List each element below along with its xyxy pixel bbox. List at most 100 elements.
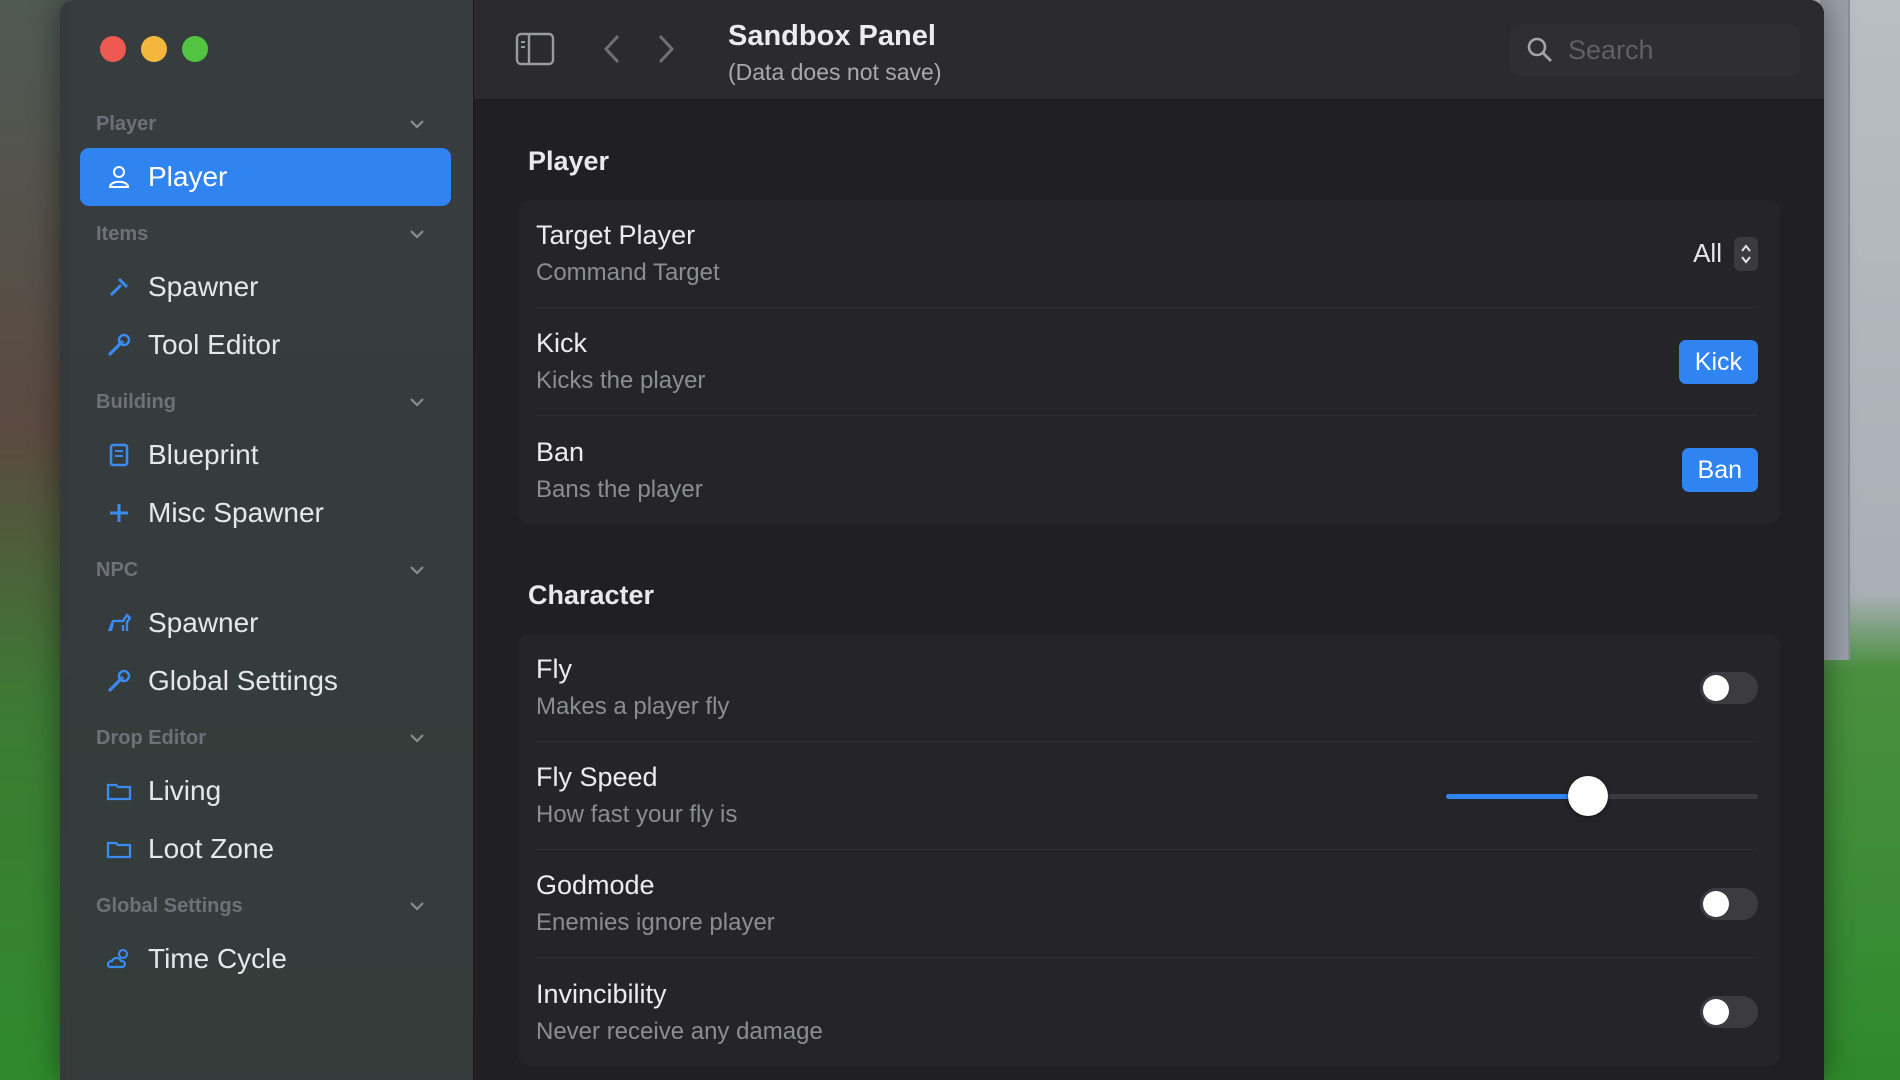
group-title-player: Player (528, 146, 610, 176)
target-player-value: All (1693, 238, 1722, 268)
setting-description: Makes a player fly (536, 693, 730, 720)
setting-label: Fly (536, 654, 572, 684)
group-title-character: Character (528, 580, 655, 610)
window-title: Sandbox Panel (728, 20, 936, 52)
stone-pillar (1820, 0, 1850, 660)
forward-arrow-icon[interactable] (644, 28, 686, 70)
toggle-knob (1703, 674, 1729, 701)
sidebar-item-time-cycle[interactable]: Time Cycle (80, 930, 451, 988)
folder-icon (104, 776, 134, 806)
sidebar-item-npc-spawner[interactable]: Spawner (80, 594, 451, 652)
sandbox-panel-window: Player Player Items Spawner Tool Editor … (60, 0, 1824, 1080)
sidebar-item-living[interactable]: Living (80, 762, 451, 820)
godmode-toggle[interactable] (1700, 887, 1758, 920)
settings-card-player: Target Player Command Target All Kick Ki… (518, 200, 1780, 524)
sidebar-item-items-spawner[interactable]: Spawner (80, 258, 451, 316)
sidebar-section-player[interactable]: Player (60, 100, 473, 148)
setting-text: Godmode Enemies ignore player (536, 870, 775, 937)
setting-description: Bans the player (536, 475, 703, 503)
sidebar-item-player[interactable]: Player (80, 148, 451, 206)
setting-text: Invincibility Never receive any damage (536, 979, 823, 1046)
sidebar-section-npc[interactable]: NPC (60, 546, 473, 594)
toggle-knob (1703, 999, 1729, 1025)
sidebar-section-title: Items (96, 222, 149, 245)
dog-icon (104, 608, 134, 638)
sidebar-section-global-settings[interactable]: Global Settings (60, 882, 473, 930)
setting-row-invincibility: Invincibility Never receive any damage (536, 958, 1758, 1066)
window-subtitle: (Data does not save) (728, 59, 942, 85)
sidebar-toggle-icon[interactable] (514, 28, 556, 70)
wrench-icon (104, 666, 134, 696)
setting-row-fly-speed: Fly Speed How fast your fly is (536, 742, 1758, 850)
toolbar: Sandbox Panel (Data does not save) (474, 0, 1824, 100)
sidebar-item-npc-global-settings[interactable]: Global Settings (80, 652, 451, 710)
sidebar-item-blueprint[interactable]: Blueprint (80, 426, 451, 484)
sidebar: Player Player Items Spawner Tool Editor … (60, 0, 474, 1080)
sidebar-item-loot-zone[interactable]: Loot Zone (80, 820, 451, 878)
invincibility-toggle[interactable] (1700, 996, 1758, 1028)
sidebar-item-label: Spawner (148, 271, 259, 302)
ban-button[interactable]: Ban (1681, 448, 1758, 492)
setting-label: Invincibility (536, 978, 667, 1009)
setting-row-fly: Fly Makes a player fly (536, 634, 1758, 742)
target-player-select[interactable]: All (1693, 236, 1758, 271)
setting-description: How fast your fly is (536, 801, 738, 828)
sidebar-section-title: NPC (96, 558, 139, 581)
person-icon (104, 162, 134, 192)
search-box[interactable] (1510, 24, 1800, 76)
chevron-down-icon (410, 120, 424, 129)
chevron-down-icon (410, 566, 424, 575)
chevron-down-icon (410, 230, 424, 239)
sidebar-item-label: Blueprint (148, 439, 259, 470)
setting-label: Godmode (536, 870, 655, 900)
setting-label: Fly Speed (536, 762, 658, 792)
sidebar-item-label: Misc Spawner (148, 497, 324, 528)
setting-row-target-player: Target Player Command Target All (536, 200, 1758, 308)
setting-text: Fly Speed How fast your fly is (536, 762, 737, 829)
sidebar-item-label: Living (148, 775, 222, 806)
up-down-arrows-icon[interactable] (1734, 236, 1758, 271)
folder-icon (104, 834, 134, 864)
fly-toggle[interactable] (1700, 671, 1758, 704)
sidebar-item-misc-spawner[interactable]: Misc Spawner (80, 484, 451, 542)
slider-thumb[interactable] (1568, 775, 1609, 816)
sidebar-item-label: Loot Zone (148, 833, 275, 864)
back-arrow-icon[interactable] (592, 28, 634, 70)
maximize-window-button[interactable] (182, 36, 208, 62)
sidebar-list: Player Player Items Spawner Tool Editor … (60, 100, 473, 988)
sidebar-item-tool-editor[interactable]: Tool Editor (80, 316, 451, 374)
search-input[interactable] (1568, 34, 1768, 66)
setting-row-godmode: Godmode Enemies ignore player (536, 850, 1758, 958)
plus-icon (104, 498, 134, 528)
setting-description: Command Target (536, 259, 720, 286)
setting-label: Target Player (536, 220, 696, 250)
setting-description: Kicks the player (536, 367, 706, 394)
fly-speed-slider[interactable] (1446, 775, 1758, 816)
sidebar-section-title: Player (96, 112, 157, 135)
settings-content: Player Target Player Command Target All (518, 100, 1780, 1066)
setting-text: Kick Kicks the player (536, 328, 705, 395)
setting-text: Target Player Command Target (536, 220, 720, 287)
sidebar-item-label: Time Cycle (148, 943, 287, 974)
search-icon (1527, 37, 1552, 62)
close-window-button[interactable] (100, 36, 126, 62)
setting-description: Enemies ignore player (536, 909, 775, 936)
sidebar-section-drop-editor[interactable]: Drop Editor (60, 714, 473, 762)
sidebar-section-items[interactable]: Items (60, 210, 473, 258)
sidebar-item-label: Tool Editor (148, 329, 281, 360)
setting-row-ban: Ban Bans the player Ban (536, 416, 1758, 524)
settings-card-character: Fly Makes a player fly Fly Speed How fas… (518, 634, 1780, 1066)
kick-button[interactable]: Kick (1678, 339, 1758, 384)
setting-label: Kick (536, 328, 588, 358)
slider-fill (1446, 793, 1589, 799)
wrench-icon (104, 330, 134, 360)
setting-label: Ban (536, 436, 585, 467)
chevron-down-icon (410, 734, 424, 743)
chevron-down-icon (410, 902, 424, 911)
cloud-sun-icon (104, 944, 134, 974)
minimize-window-button[interactable] (141, 36, 167, 62)
setting-text: Ban Bans the player (536, 437, 703, 504)
sidebar-section-building[interactable]: Building (60, 378, 473, 426)
sidebar-item-label: Spawner (148, 607, 259, 638)
chevron-down-icon (410, 398, 424, 407)
